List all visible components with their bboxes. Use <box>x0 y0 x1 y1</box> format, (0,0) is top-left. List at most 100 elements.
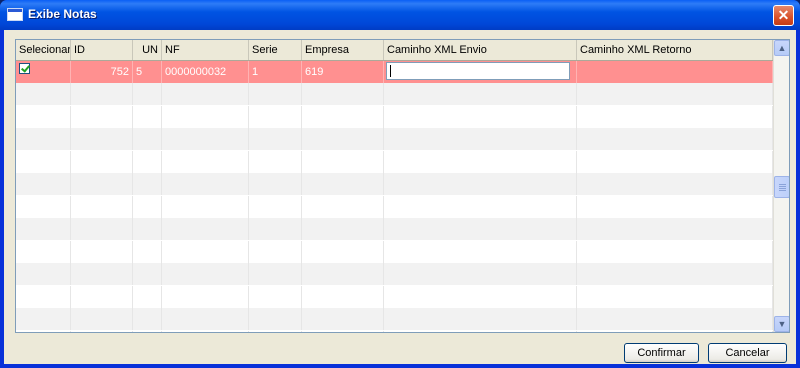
table-cell[interactable] <box>249 263 302 285</box>
table-cell[interactable] <box>384 195 577 218</box>
table-cell[interactable] <box>71 218 133 240</box>
cell-un[interactable]: 5 <box>133 61 162 83</box>
table-cell[interactable] <box>162 195 249 218</box>
table-cell[interactable] <box>71 173 133 195</box>
notes-grid[interactable]: Selecionar ID UN NF Serie Empresa Caminh… <box>15 39 790 333</box>
table-cell[interactable] <box>162 83 249 105</box>
column-header-empresa[interactable]: Empresa <box>302 40 384 60</box>
table-cell[interactable] <box>302 240 384 263</box>
table-cell[interactable] <box>133 150 162 173</box>
table-cell[interactable] <box>16 263 71 285</box>
table-row[interactable] <box>16 150 773 173</box>
table-cell[interactable] <box>384 285 577 308</box>
table-cell[interactable] <box>16 83 71 105</box>
table-cell[interactable] <box>162 330 249 332</box>
table-cell[interactable] <box>249 105 302 128</box>
table-cell[interactable] <box>577 195 773 218</box>
column-header-id[interactable]: ID <box>71 40 133 60</box>
table-cell[interactable] <box>133 308 162 330</box>
cell-serie[interactable]: 1 <box>249 61 302 83</box>
table-cell[interactable] <box>71 195 133 218</box>
scroll-thumb[interactable] <box>774 176 789 198</box>
select-checkbox[interactable] <box>19 63 30 74</box>
table-cell[interactable] <box>384 128 577 150</box>
table-cell[interactable] <box>302 150 384 173</box>
table-cell[interactable] <box>162 173 249 195</box>
close-button[interactable]: ✕ <box>773 5 794 26</box>
table-cell[interactable] <box>577 150 773 173</box>
table-cell[interactable] <box>16 195 71 218</box>
table-cell[interactable] <box>71 308 133 330</box>
table-cell[interactable] <box>162 128 249 150</box>
table-cell[interactable] <box>249 195 302 218</box>
table-cell[interactable] <box>162 308 249 330</box>
cell-selecionar[interactable] <box>16 61 71 83</box>
table-cell[interactable] <box>302 195 384 218</box>
table-row[interactable] <box>16 263 773 285</box>
table-cell[interactable] <box>16 240 71 263</box>
title-bar[interactable]: Exibe Notas ✕ <box>0 0 800 30</box>
table-cell[interactable] <box>302 330 384 332</box>
table-cell[interactable] <box>249 285 302 308</box>
table-cell[interactable] <box>249 308 302 330</box>
table-cell[interactable] <box>133 83 162 105</box>
table-cell[interactable] <box>577 128 773 150</box>
table-cell[interactable] <box>71 330 133 332</box>
table-cell[interactable] <box>302 128 384 150</box>
column-header-serie[interactable]: Serie <box>249 40 302 60</box>
column-header-caminho-xml-retorno[interactable]: Caminho XML Retorno <box>577 40 773 60</box>
table-cell[interactable] <box>71 83 133 105</box>
table-cell[interactable] <box>133 218 162 240</box>
table-cell[interactable] <box>249 330 302 332</box>
table-cell[interactable] <box>71 128 133 150</box>
table-cell[interactable] <box>302 83 384 105</box>
table-cell[interactable] <box>16 308 71 330</box>
column-header-nf[interactable]: NF <box>162 40 249 60</box>
table-cell[interactable] <box>577 173 773 195</box>
table-cell[interactable] <box>162 218 249 240</box>
table-cell[interactable] <box>133 263 162 285</box>
cell-caminho-xml-retorno[interactable] <box>577 61 773 83</box>
table-cell[interactable] <box>577 240 773 263</box>
table-cell[interactable] <box>162 285 249 308</box>
table-row[interactable] <box>16 105 773 128</box>
cell-nf[interactable]: 0000000032 <box>162 61 249 83</box>
table-cell[interactable] <box>384 83 577 105</box>
table-cell[interactable] <box>71 285 133 308</box>
column-header-un[interactable]: UN <box>133 40 162 60</box>
table-cell[interactable] <box>71 105 133 128</box>
table-cell[interactable] <box>249 218 302 240</box>
table-cell[interactable] <box>577 285 773 308</box>
column-header-selecionar[interactable]: Selecionar <box>16 40 71 60</box>
cell-empresa[interactable]: 619 <box>302 61 384 83</box>
table-cell[interactable] <box>384 263 577 285</box>
table-row-selected[interactable]: 752 5 0000000032 1 619 <box>16 61 773 83</box>
table-cell[interactable] <box>384 105 577 128</box>
table-cell[interactable] <box>302 308 384 330</box>
table-row[interactable] <box>16 195 773 218</box>
table-cell[interactable] <box>384 308 577 330</box>
table-cell[interactable] <box>577 263 773 285</box>
table-cell[interactable] <box>16 105 71 128</box>
table-cell[interactable] <box>162 263 249 285</box>
table-cell[interactable] <box>384 218 577 240</box>
table-cell[interactable] <box>302 285 384 308</box>
table-cell[interactable] <box>249 240 302 263</box>
table-cell[interactable] <box>133 330 162 332</box>
table-cell[interactable] <box>302 263 384 285</box>
scroll-down-icon[interactable]: ▼ <box>774 316 789 332</box>
table-cell[interactable] <box>249 173 302 195</box>
table-row[interactable] <box>16 173 773 195</box>
table-cell[interactable] <box>302 105 384 128</box>
column-header-caminho-xml-envio[interactable]: Caminho XML Envio <box>384 40 577 60</box>
table-cell[interactable] <box>16 150 71 173</box>
table-cell[interactable] <box>577 218 773 240</box>
table-cell[interactable] <box>133 195 162 218</box>
table-cell[interactable] <box>16 330 71 332</box>
table-cell[interactable] <box>162 240 249 263</box>
table-row[interactable] <box>16 330 773 332</box>
table-cell[interactable] <box>16 128 71 150</box>
table-cell[interactable] <box>249 83 302 105</box>
table-cell[interactable] <box>302 218 384 240</box>
scroll-up-icon[interactable]: ▲ <box>774 40 789 56</box>
